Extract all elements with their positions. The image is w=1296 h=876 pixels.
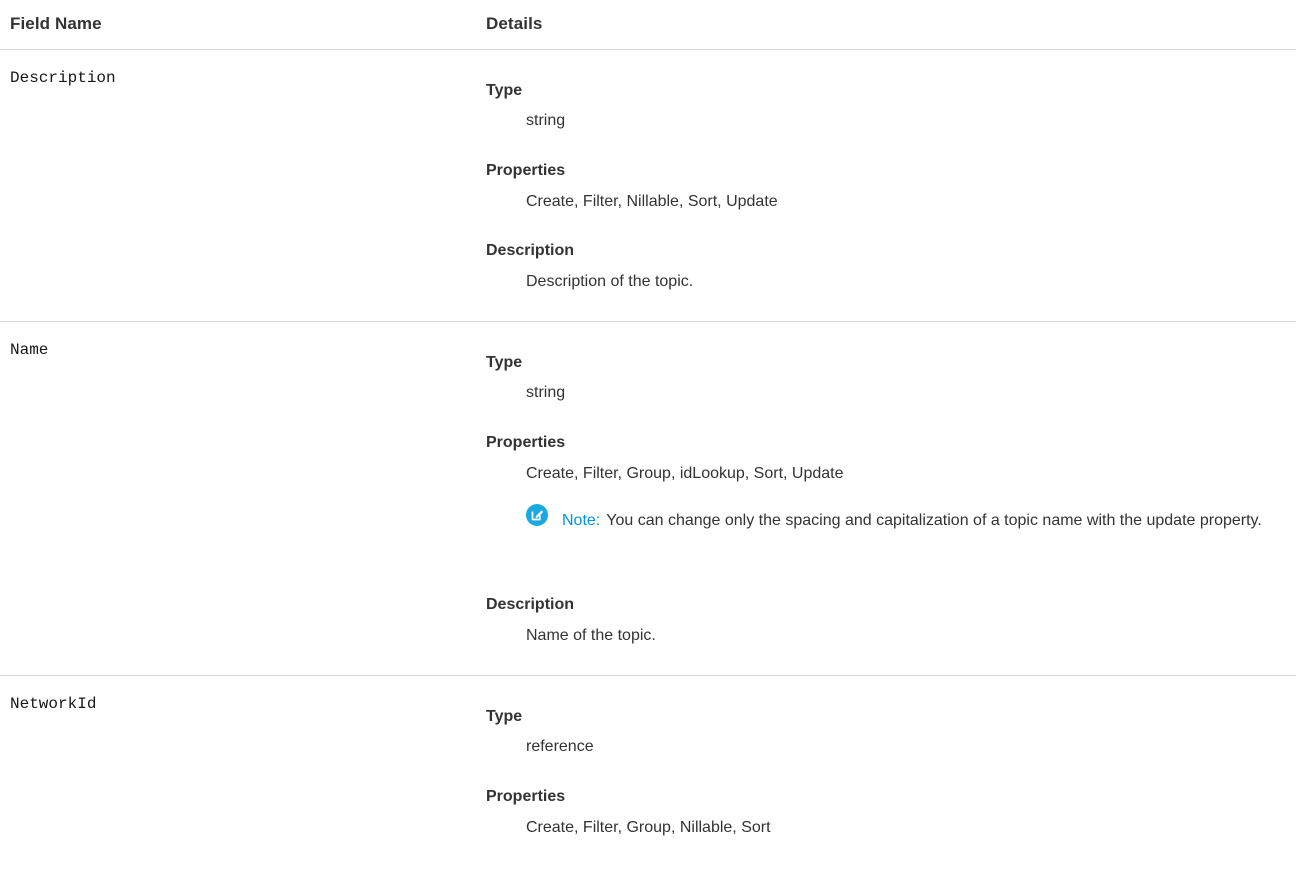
properties-label: Properties <box>486 162 566 179</box>
properties-label: Properties <box>486 788 566 805</box>
description-value: Name of the topic. <box>526 627 656 644</box>
table-row: Name Type string Properties Create, Filt… <box>0 322 1296 676</box>
properties-label: Properties <box>486 434 566 451</box>
description-label: Description <box>486 596 575 613</box>
type-label: Type <box>486 354 523 371</box>
type-label: Type <box>486 82 523 99</box>
note-label: Note: <box>562 512 601 529</box>
field-name: Description <box>10 69 116 87</box>
note-text: You can change only the spacing and capi… <box>606 512 1262 529</box>
type-value: string <box>526 112 566 129</box>
type-value: reference <box>526 738 594 755</box>
field-reference-table: Field Name Details Description Type stri… <box>0 0 1296 876</box>
properties-value: Create, Filter, Nillable, Sort, Update <box>526 193 778 210</box>
properties-value: Create, Filter, Group, Nillable, Sort <box>526 819 771 836</box>
column-header-field-name: Field Name <box>10 14 102 33</box>
table-row: NetworkId Type reference Properties Crea… <box>0 676 1296 876</box>
column-header-details: Details <box>486 14 543 33</box>
description-value: Description of the topic. <box>526 273 694 290</box>
edit-note-icon <box>526 504 548 526</box>
description-label: Description <box>486 242 575 259</box>
note-text-block: Note: You can change only the spacing and… <box>562 505 1282 536</box>
field-name: NetworkId <box>10 695 97 713</box>
properties-value: Create, Filter, Group, idLookup, Sort, U… <box>526 465 844 482</box>
table-header-row: Field Name Details <box>0 0 1296 50</box>
table-row: Description Type string Properties Creat… <box>0 50 1296 322</box>
type-label: Type <box>486 708 523 725</box>
type-value: string <box>526 384 566 401</box>
field-name: Name <box>10 341 49 359</box>
